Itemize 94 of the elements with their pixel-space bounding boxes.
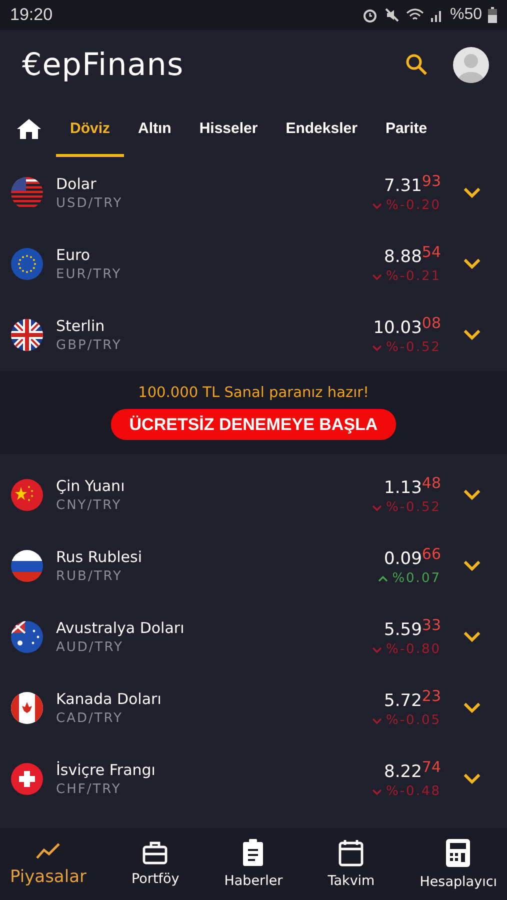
price: 5.59$^{33}$ bbox=[384, 616, 441, 640]
change-text: %0.07 bbox=[392, 571, 441, 586]
chevron-down-icon bbox=[463, 702, 481, 713]
battery-level: %50 bbox=[450, 6, 482, 24]
trial-button[interactable]: ÜCRETSİZ DENEMEYE BAŞLA bbox=[111, 409, 396, 440]
signal-icon bbox=[430, 8, 444, 22]
nav-item[interactable]: Portföy bbox=[125, 828, 186, 900]
category-tab[interactable]: Endeksler bbox=[272, 100, 372, 157]
flag-icon bbox=[11, 762, 43, 794]
chevron-down-icon bbox=[372, 718, 382, 724]
currency-name: İsviçre Frangı bbox=[56, 760, 156, 778]
currency-pair: GBP/TRY bbox=[56, 338, 123, 352]
expand-button[interactable] bbox=[463, 773, 481, 784]
nav-item[interactable]: Takvim bbox=[322, 828, 381, 900]
currency-pair: USD/TRY bbox=[56, 196, 124, 210]
wifi-icon bbox=[406, 8, 424, 22]
currency-name: Avustralya Doları bbox=[56, 618, 186, 636]
trend-icon bbox=[35, 841, 62, 861]
flag-icon bbox=[11, 692, 43, 724]
calculator-icon bbox=[445, 838, 472, 868]
chevron-down-icon bbox=[372, 646, 382, 652]
flag-icon bbox=[11, 248, 43, 280]
change-text: %-0.80 bbox=[386, 642, 441, 657]
nav-item[interactable]: Hesaplayıcı bbox=[414, 828, 503, 900]
change-text: %-0.48 bbox=[386, 784, 441, 799]
chevron-down-icon bbox=[372, 344, 382, 350]
price: 10.03$^{08}$ bbox=[373, 314, 441, 338]
chevron-down-icon bbox=[372, 202, 382, 208]
flag-icon bbox=[11, 550, 43, 582]
category-tab[interactable]: Parite bbox=[371, 100, 442, 157]
chevron-down-icon bbox=[372, 788, 382, 794]
nav-item[interactable]: Piyasalar bbox=[4, 828, 92, 900]
price: 0.09$^{66}$ bbox=[384, 545, 441, 569]
avatar-icon bbox=[453, 47, 489, 83]
flag-icon bbox=[11, 620, 43, 652]
chevron-down-icon bbox=[463, 631, 481, 642]
category-tab[interactable]: Döviz bbox=[56, 100, 124, 157]
change-text: %-0.52 bbox=[386, 500, 441, 515]
expand-button[interactable] bbox=[463, 258, 481, 269]
currency-pair: RUB/TRY bbox=[56, 568, 124, 584]
expand-button[interactable] bbox=[463, 702, 481, 713]
app-logo: €epFinans bbox=[22, 47, 185, 83]
chevron-down-icon bbox=[463, 187, 481, 198]
battery-icon bbox=[488, 7, 497, 23]
search-button[interactable] bbox=[405, 53, 429, 77]
mute-icon bbox=[384, 7, 400, 23]
flag-icon bbox=[11, 318, 43, 350]
status-time: 19:20 bbox=[10, 5, 53, 25]
currency-pair: CAD/TRY bbox=[56, 710, 124, 726]
avatar-button[interactable] bbox=[453, 47, 489, 83]
currency-pair: EUR/TRY bbox=[56, 266, 123, 282]
expand-button[interactable] bbox=[463, 560, 481, 571]
category-tab[interactable]: Altın bbox=[124, 100, 186, 157]
price: 8.22$^{74}$ bbox=[384, 758, 441, 782]
currency-name: Rus Rublesi bbox=[56, 548, 143, 566]
change-text: %-0.20 bbox=[386, 198, 441, 213]
price: 5.72$^{23}$ bbox=[384, 687, 441, 711]
expand-button[interactable] bbox=[463, 489, 481, 500]
currency-pair: AUD/TRY bbox=[56, 640, 124, 654]
change-text: %-0.21 bbox=[386, 269, 441, 284]
chevron-up-icon bbox=[378, 576, 388, 582]
price: 1.13$^{48}$ bbox=[384, 474, 441, 498]
price: 8.88$^{54}$ bbox=[384, 243, 441, 267]
currency-pair: CNY/TRY bbox=[56, 498, 123, 512]
currency-pair: CHF/TRY bbox=[56, 782, 122, 796]
alarm-icon bbox=[362, 7, 378, 23]
chevron-down-icon bbox=[463, 560, 481, 571]
chevron-down-icon bbox=[463, 773, 481, 784]
change-text: %-0.05 bbox=[386, 713, 441, 728]
price: 7.31$^{93}$ bbox=[384, 172, 441, 196]
search-icon bbox=[405, 53, 429, 77]
nav-item[interactable]: Haberler bbox=[218, 828, 289, 900]
category-tab[interactable]: Hisseler bbox=[185, 100, 272, 157]
chevron-down-icon bbox=[463, 258, 481, 269]
currency-name: Çin Yuanı bbox=[56, 476, 126, 494]
flag-icon bbox=[11, 478, 43, 510]
chevron-down-icon bbox=[372, 274, 382, 280]
chevron-down-icon bbox=[372, 504, 382, 510]
calendar-icon bbox=[338, 839, 364, 867]
home-icon bbox=[16, 118, 42, 140]
expand-button[interactable] bbox=[463, 631, 481, 642]
currency-name: Kanada Doları bbox=[56, 690, 162, 708]
expand-button[interactable] bbox=[463, 329, 481, 340]
flag-icon bbox=[11, 176, 43, 208]
briefcase-icon bbox=[142, 841, 168, 865]
clipboard-icon bbox=[242, 839, 264, 867]
chevron-down-icon bbox=[463, 329, 481, 340]
change-text: %-0.52 bbox=[386, 340, 441, 355]
promo-text: 100.000 TL Sanal paranız hazır! bbox=[138, 385, 369, 401]
currency-name: Dolar bbox=[56, 174, 98, 192]
currency-name: Euro bbox=[56, 246, 91, 264]
chevron-down-icon bbox=[463, 489, 481, 500]
currency-name: Sterlin bbox=[56, 316, 106, 334]
expand-button[interactable] bbox=[463, 187, 481, 198]
